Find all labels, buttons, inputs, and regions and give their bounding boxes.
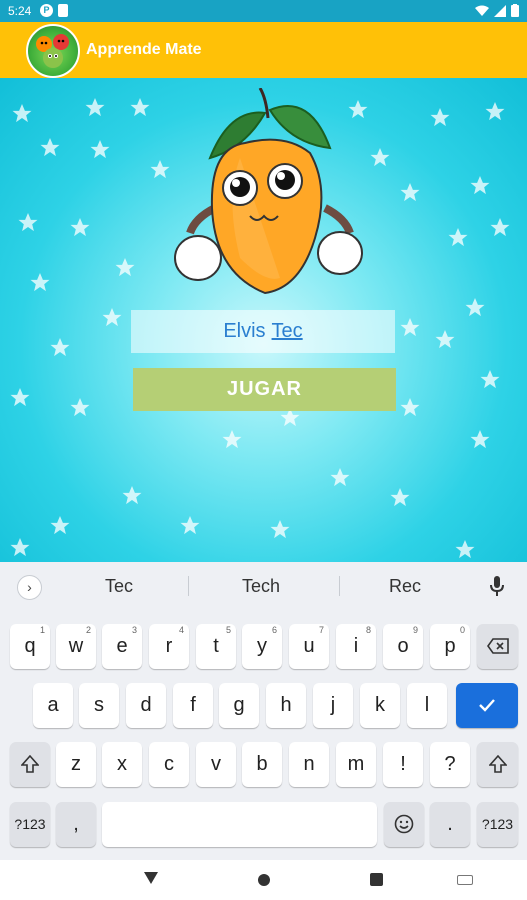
key-label: t <box>213 635 219 657</box>
shift-icon <box>20 754 40 773</box>
key-z[interactable]: z <box>56 742 96 787</box>
notification-icon: P <box>40 4 53 17</box>
play-button[interactable]: JUGAR <box>133 368 396 411</box>
shift-key[interactable] <box>10 742 50 787</box>
key-o[interactable]: o9 <box>383 624 423 669</box>
key-label: e <box>116 635 128 657</box>
mic-icon[interactable] <box>490 576 504 596</box>
key-w[interactable]: w2 <box>56 624 96 669</box>
keyboard-switch-icon[interactable] <box>457 875 473 885</box>
key-r[interactable]: r4 <box>149 624 189 669</box>
period-key[interactable]: . <box>430 802 470 847</box>
nav-back-icon[interactable] <box>144 872 158 884</box>
symbols-key-right[interactable]: ?123 <box>477 802 518 847</box>
key-k[interactable]: k <box>360 683 400 728</box>
key-s[interactable]: s <box>79 683 119 728</box>
signal-icon <box>494 4 506 17</box>
main-area: Elvis Tec JUGAR <box>0 78 527 562</box>
backspace-icon <box>486 638 509 654</box>
key-label: r <box>165 635 173 657</box>
wifi-icon <box>475 5 489 16</box>
key-hint: 6 <box>271 625 277 635</box>
chevron-right-icon[interactable]: › <box>17 575 42 600</box>
key-p[interactable]: p0 <box>430 624 470 669</box>
key-x[interactable]: x <box>102 742 142 787</box>
suggestion-1[interactable]: Tec <box>105 576 133 597</box>
app-bar: Apprende Mate <box>0 22 527 78</box>
battery-icon <box>511 4 519 17</box>
enter-key[interactable] <box>456 683 518 728</box>
key-exclamation[interactable]: ! <box>383 742 423 787</box>
key-v[interactable]: v <box>196 742 236 787</box>
key-hint: 7 <box>318 625 324 635</box>
comma-key[interactable]: , <box>56 802 96 847</box>
key-f[interactable]: f <box>173 683 213 728</box>
name-input-composing-word: Tec <box>271 320 303 342</box>
key-a[interactable]: a <box>33 683 73 728</box>
key-g[interactable]: g <box>219 683 259 728</box>
status-time: 5:24 <box>8 4 32 18</box>
status-icons <box>475 4 519 17</box>
shift-key-right[interactable] <box>477 742 518 787</box>
emoji-key[interactable] <box>384 802 424 847</box>
key-label: w <box>68 635 84 657</box>
key-e[interactable]: e3 <box>102 624 142 669</box>
suggestion-divider <box>188 576 189 596</box>
key-d[interactable]: d <box>126 683 166 728</box>
key-label: q <box>24 635 36 657</box>
checkmark-icon <box>479 699 495 712</box>
key-hint: 3 <box>131 625 137 635</box>
key-t[interactable]: t5 <box>196 624 236 669</box>
key-hint: 0 <box>459 625 465 635</box>
key-b[interactable]: b <box>242 742 282 787</box>
app-title: Apprende Mate <box>86 41 202 58</box>
key-hint: 9 <box>412 625 418 635</box>
key-label: u <box>303 635 315 657</box>
suggestion-2[interactable]: Tech <box>242 576 280 597</box>
fruit-characters-logo <box>26 24 80 78</box>
key-hint: 4 <box>178 625 184 635</box>
emoji-icon <box>394 814 414 834</box>
space-key[interactable] <box>102 802 377 847</box>
nav-home-icon[interactable] <box>258 874 270 886</box>
key-j[interactable]: j <box>313 683 353 728</box>
key-q[interactable]: q1 <box>10 624 50 669</box>
name-input[interactable]: Elvis Tec <box>131 310 395 353</box>
shift-icon <box>487 754 508 773</box>
key-y[interactable]: y6 <box>242 624 282 669</box>
key-i[interactable]: i8 <box>336 624 376 669</box>
symbols-key[interactable]: ?123 <box>10 802 50 847</box>
key-label: y <box>257 635 267 657</box>
key-u[interactable]: u7 <box>289 624 329 669</box>
keyboard: › Tec Tech Rec q1 w2 e3 r4 t5 y6 u7 i8 o… <box>0 562 527 860</box>
key-l[interactable]: l <box>407 683 447 728</box>
name-input-text: Elvis <box>223 320 266 342</box>
suggestion-bar: › Tec Tech Rec <box>0 562 527 610</box>
nav-bar <box>0 860 527 900</box>
status-bar: 5:24 P <box>0 0 527 22</box>
sim-card-icon <box>58 4 68 17</box>
key-hint: 2 <box>85 625 91 635</box>
key-c[interactable]: c <box>149 742 189 787</box>
nav-recent-icon[interactable] <box>370 873 383 886</box>
key-label: p <box>444 635 456 657</box>
key-n[interactable]: n <box>289 742 329 787</box>
key-hint: 1 <box>39 625 45 635</box>
backspace-key[interactable] <box>477 624 518 669</box>
key-label: i <box>353 635 359 657</box>
key-hint: 5 <box>225 625 231 635</box>
key-question[interactable]: ? <box>430 742 470 787</box>
mango-character <box>174 88 363 295</box>
key-hint: 8 <box>365 625 371 635</box>
suggestion-divider <box>339 576 340 596</box>
key-h[interactable]: h <box>266 683 306 728</box>
suggestion-3[interactable]: Rec <box>389 576 421 597</box>
key-label: o <box>397 635 409 657</box>
key-m[interactable]: m <box>336 742 376 787</box>
